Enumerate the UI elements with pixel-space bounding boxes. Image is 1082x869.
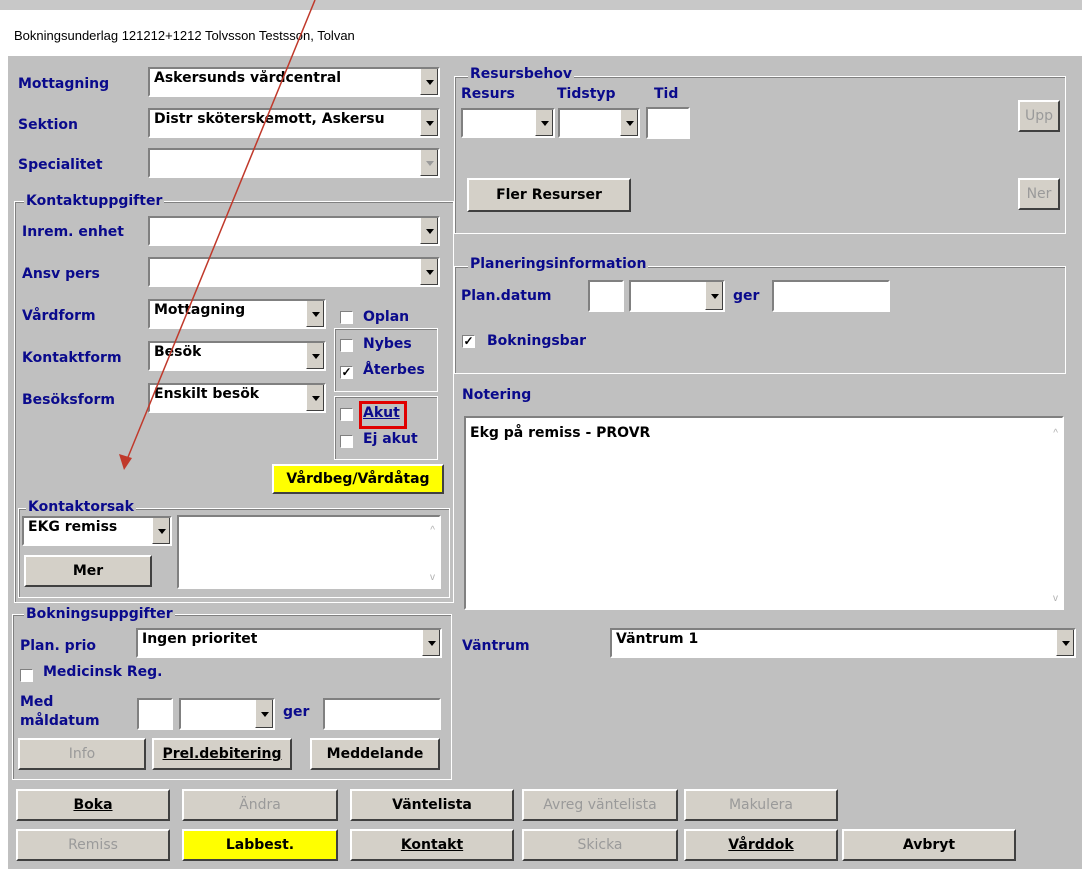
annotation-arrow-line	[125, 0, 316, 463]
annotation-arrow	[119, 0, 316, 470]
annotation-arrow-head	[119, 454, 132, 470]
